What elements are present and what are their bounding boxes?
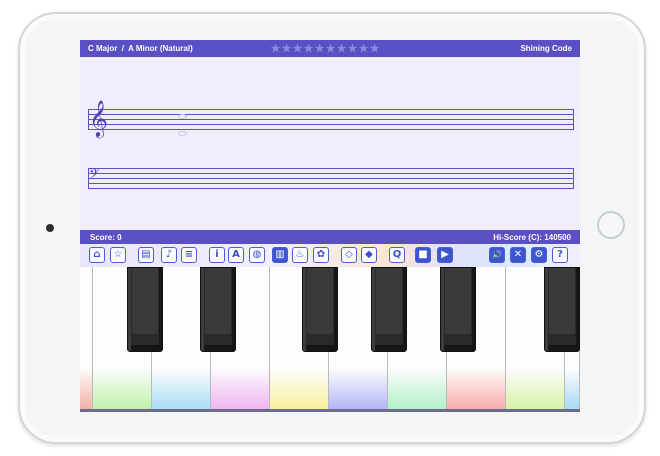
black-key[interactable] xyxy=(371,267,407,352)
key-glow xyxy=(80,368,92,410)
favorite-button[interactable]: ☆ xyxy=(110,247,126,263)
home-hardware-button[interactable] xyxy=(597,211,625,239)
star-icon: ★ xyxy=(325,43,336,55)
scale-title: C Major / A Minor (Natural) xyxy=(88,44,193,53)
book-icon: ▤ xyxy=(141,249,151,260)
black-key[interactable] xyxy=(302,267,338,352)
fire-icon: ♨ xyxy=(295,249,305,260)
settings-icon: ⚙ xyxy=(534,249,544,260)
shield-icon: ◇ xyxy=(345,249,353,260)
animal-icon: ✿ xyxy=(316,249,326,260)
home-button[interactable]: ⌂ xyxy=(89,247,105,263)
score-label: Score: 0 xyxy=(90,233,122,242)
keyboard-button[interactable]: ▥ xyxy=(272,247,288,263)
scale-button[interactable]: ♪ xyxy=(161,247,177,263)
star-icon: ★ xyxy=(292,43,303,55)
key-glow xyxy=(447,368,505,410)
black-key[interactable] xyxy=(127,267,163,352)
brand-label: Shining Code xyxy=(520,44,572,53)
shield-button[interactable]: ◇ xyxy=(341,247,357,263)
palette-icon: ◍ xyxy=(252,249,262,260)
sound-on-button[interactable]: 🔊 xyxy=(489,247,505,263)
quiz-button[interactable]: Q xyxy=(389,247,405,263)
sound-on-icon: 🔊 xyxy=(492,250,502,259)
palette-button[interactable]: ◍ xyxy=(249,247,265,263)
star-icon: ★ xyxy=(347,43,358,55)
black-key[interactable] xyxy=(200,267,236,352)
play-icon: ▶ xyxy=(441,249,449,260)
favorite-icon: ☆ xyxy=(113,249,123,260)
help-button[interactable]: ? xyxy=(552,247,568,263)
stop-icon: ■ xyxy=(418,249,428,260)
book-button[interactable]: ▤ xyxy=(138,247,154,263)
toolbar: ⌂ ☆ ▤ ♪ ≡ i A ◍ ▥ ♨ ✿ ◇ ◆ Q ■ ▶ 🔊 ✕ ⚙? xyxy=(80,244,580,267)
star-icon: ★ xyxy=(369,43,380,55)
keyboard-base xyxy=(80,409,580,412)
music-staff-area: 𝄞 𝄢 xyxy=(80,57,580,230)
mute-button[interactable]: ✕ xyxy=(510,247,526,263)
key-glow xyxy=(329,368,387,410)
animal-button[interactable]: ✿ xyxy=(313,247,329,263)
black-key[interactable] xyxy=(544,267,580,352)
black-key[interactable] xyxy=(440,267,476,352)
star-icon: ★ xyxy=(358,43,369,55)
key-glow xyxy=(565,368,579,410)
star-icon: ★ xyxy=(270,43,281,55)
score-bar: Score: 0 Hi-Score (C): 140500 xyxy=(80,230,580,244)
drop-button[interactable]: ◆ xyxy=(361,247,377,263)
keyboard-icon: ▥ xyxy=(275,249,285,260)
app-screen: C Major / A Minor (Natural) ★★★★★★★★★★ S… xyxy=(80,40,580,412)
note-names-button[interactable]: A xyxy=(228,247,244,263)
help-icon: ? xyxy=(557,249,563,260)
hiscore-label: Hi-Score (C): 140500 xyxy=(493,233,571,242)
fire-button[interactable]: ♨ xyxy=(292,247,308,263)
settings-button[interactable]: ⚙ xyxy=(531,247,547,263)
info-button[interactable]: i xyxy=(209,247,225,263)
key-glow xyxy=(211,368,269,410)
home-icon: ⌂ xyxy=(93,249,101,260)
rating-stars: ★★★★★★★★★★ xyxy=(270,42,380,55)
scale-icon: ♪ xyxy=(165,249,173,260)
bass-clef-icon: 𝄢 xyxy=(89,166,100,185)
list-button[interactable]: ≡ xyxy=(181,247,197,263)
key-glow xyxy=(506,368,564,410)
key-glow xyxy=(93,368,151,410)
drop-icon: ◆ xyxy=(365,249,373,260)
play-button[interactable]: ▶ xyxy=(437,247,453,263)
info-icon: i xyxy=(215,249,219,260)
stop-button[interactable]: ■ xyxy=(415,247,431,263)
star-icon: ★ xyxy=(336,43,347,55)
note-names-icon: A xyxy=(232,249,240,260)
treble-clef-icon: 𝄞 xyxy=(89,99,108,137)
ghost-note xyxy=(178,114,187,119)
star-icon: ★ xyxy=(303,43,314,55)
quiz-icon: Q xyxy=(392,249,402,260)
list-icon: ≡ xyxy=(184,249,194,260)
camera xyxy=(46,224,54,232)
white-key[interactable] xyxy=(80,267,93,410)
key-glow xyxy=(270,368,328,410)
ghost-note xyxy=(178,131,187,136)
star-icon: ★ xyxy=(281,43,292,55)
key-glow xyxy=(388,368,446,410)
mute-icon: ✕ xyxy=(513,249,523,260)
piano-keyboard xyxy=(80,267,580,412)
title-bar: C Major / A Minor (Natural) ★★★★★★★★★★ S… xyxy=(80,40,580,57)
treble-staff: 𝄞 xyxy=(88,99,574,137)
key-glow xyxy=(152,368,210,410)
bass-staff: 𝄢 xyxy=(88,166,574,189)
star-icon: ★ xyxy=(314,43,325,55)
